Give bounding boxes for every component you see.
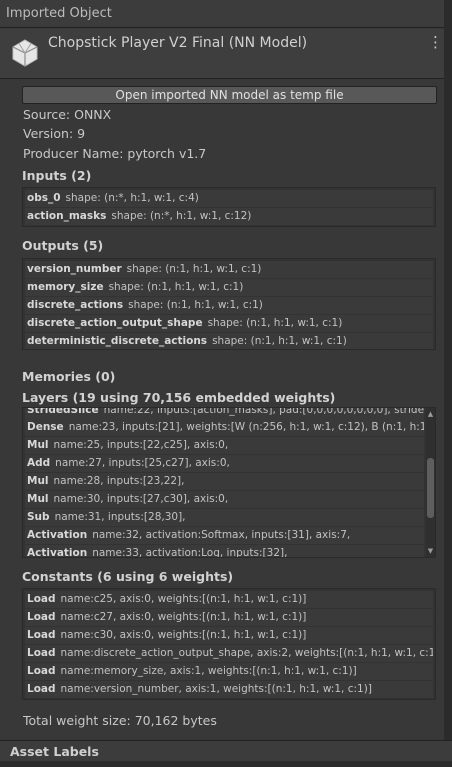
layers-list[interactable]: StridedSlice name:22, inputs:[action_mask… <box>22 407 436 558</box>
constant-detail: name:c27, axis:0, weights:[(n:1, h:1, w:… <box>60 611 307 623</box>
constant-type: Load <box>27 683 56 695</box>
constants-list: Load name:c25, axis:0, weights:[(n:1, h:1… <box>22 588 436 700</box>
list-item: Mul name:25, inputs:[22,c25], axis:0, <box>25 437 424 454</box>
constant-detail: name:version_number, axis:1, weights:[(n… <box>60 683 372 695</box>
outputs-list: version_number shape: (n:1, h:1, w:1, c:1… <box>22 258 436 350</box>
constant-type: Load <box>27 611 56 623</box>
layer-detail: name:25, inputs:[22,c25], axis:0, <box>53 439 229 451</box>
output-detail: shape: (n:1, h:1, w:1, c:1) <box>212 335 347 347</box>
source-text: Source: ONNX <box>23 107 112 122</box>
version-text: Version: 9 <box>23 126 86 141</box>
list-item: obs_0 shape: (n:*, h:1, w:1, c:4) <box>25 190 433 207</box>
layers-heading: Layers (19 using 70,156 embedded weights… <box>22 390 336 405</box>
bottom-edge <box>0 761 452 767</box>
output-name: discrete_actions <box>27 299 124 311</box>
list-item: Load name:c25, axis:0, weights:[(n:1, h:1… <box>25 591 433 608</box>
layer-detail: name:30, inputs:[27,c30], axis:0, <box>53 493 229 505</box>
inspector-title: Imported Object <box>0 0 444 28</box>
list-item: StridedSlice name:22, inputs:[action_mask… <box>25 407 424 419</box>
window-edge <box>444 0 452 767</box>
constant-type: Load <box>27 647 56 659</box>
output-name: memory_size <box>27 281 104 293</box>
list-item: Load name:c30, axis:0, weights:[(n:1, h:1… <box>25 627 433 644</box>
list-item: Sub name:31, inputs:[28,30], <box>25 509 424 526</box>
total-weight-size: Total weight size: 70,162 bytes <box>23 713 217 728</box>
input-detail: shape: (n:*, h:1, w:1, c:4) <box>65 192 199 204</box>
output-name: version_number <box>27 263 122 275</box>
constant-type: Load <box>27 593 56 605</box>
list-item: Load name:version_number, axis:1, weights… <box>25 681 433 698</box>
input-name: obs_0 <box>27 192 61 204</box>
inputs-list: obs_0 shape: (n:*, h:1, w:1, c:4) action_… <box>22 187 436 227</box>
list-item: discrete_action_output_shape shape: (n:1,… <box>25 315 433 332</box>
list-item: Activation name:32, activation:Softmax, i… <box>25 527 424 544</box>
output-name: discrete_action_output_shape <box>27 317 203 329</box>
memories-heading: Memories (0) <box>22 369 116 384</box>
layer-detail: name:22, inputs:[action_masks], pad:[0,0… <box>103 407 424 416</box>
list-item: Activation name:33, activation:Log, input… <box>25 545 424 558</box>
layer-type: Activation <box>27 547 88 558</box>
layer-type: Dense <box>27 421 64 433</box>
list-item: Load name:memory_size, axis:1, weights:[(… <box>25 663 433 680</box>
constant-detail: name:memory_size, axis:1, weights:[(n:1,… <box>60 665 357 677</box>
scroll-down-arrow-icon[interactable]: ▼ <box>426 547 435 555</box>
input-name: action_masks <box>27 210 107 222</box>
output-detail: shape: (n:1, h:1, w:1, c:1) <box>108 281 244 293</box>
constant-detail: name:c30, axis:0, weights:[(n:1, h:1, w:… <box>60 629 307 641</box>
list-item: memory_size shape: (n:1, h:1, w:1, c:1) <box>25 279 433 296</box>
constant-type: Load <box>27 629 56 641</box>
layer-detail: name:28, inputs:[23,22], <box>53 475 185 487</box>
layer-type: Add <box>27 457 51 469</box>
list-item: discrete_actions shape: (n:1, h:1, w:1, c… <box>25 297 433 314</box>
layer-detail: name:31, inputs:[28,30], <box>54 511 186 523</box>
list-item: Mul name:30, inputs:[27,c30], axis:0, <box>25 491 424 508</box>
layers-scrollbar[interactable]: ▲ ▼ <box>426 408 435 557</box>
object-header: Chopstick Player V2 Final (NN Model) ⋮ <box>0 29 444 79</box>
layer-type: Mul <box>27 439 49 451</box>
layer-type: Sub <box>27 511 50 523</box>
inputs-heading: Inputs (2) <box>22 168 92 183</box>
object-title: Chopstick Player V2 Final (NN Model) <box>48 35 308 51</box>
open-temp-file-button[interactable]: Open imported NN model as temp file <box>22 86 437 104</box>
nn-model-icon <box>12 39 38 67</box>
list-item: Load name:c27, axis:0, weights:[(n:1, h:1… <box>25 609 433 626</box>
scroll-up-arrow-icon[interactable]: ▲ <box>426 410 435 418</box>
layer-detail: name:32, activation:Softmax, inputs:[31]… <box>92 529 351 541</box>
kebab-menu-icon[interactable]: ⋮ <box>428 35 443 50</box>
list-item: version_number shape: (n:1, h:1, w:1, c:1… <box>25 261 433 278</box>
constant-detail: name:discrete_action_output_shape, axis:… <box>60 647 433 659</box>
scrollbar-thumb[interactable] <box>427 458 434 518</box>
layer-detail: name:33, activation:Log, inputs:[32], <box>92 547 288 558</box>
producer-text: Producer Name: pytorch v1.7 <box>23 146 207 161</box>
list-item: action_masks shape: (n:*, h:1, w:1, c:12) <box>25 208 433 225</box>
layer-type: Activation <box>27 529 88 541</box>
output-detail: shape: (n:1, h:1, w:1, c:1) <box>207 317 343 329</box>
layer-detail: name:23, inputs:[21], weights:[W (n:256,… <box>68 421 424 433</box>
layer-type: Mul <box>27 493 49 505</box>
constants-heading: Constants (6 using 6 weights) <box>22 569 234 584</box>
list-item: Mul name:28, inputs:[23,22], <box>25 473 424 490</box>
list-item: deterministic_discrete_actions shape: (n:… <box>25 333 433 349</box>
layer-detail: name:27, inputs:[25,c27], axis:0, <box>55 457 230 469</box>
layer-type: Mul <box>27 475 49 487</box>
asset-labels-heading: Asset Labels <box>10 744 99 759</box>
output-name: deterministic_discrete_actions <box>27 335 208 347</box>
input-detail: shape: (n:*, h:1, w:1, c:12) <box>111 210 252 222</box>
output-detail: shape: (n:1, h:1, w:1, c:1) <box>126 263 262 275</box>
list-item: Load name:discrete_action_output_shape, a… <box>25 645 433 662</box>
layer-type: StridedSlice <box>27 407 99 416</box>
outputs-heading: Outputs (5) <box>22 238 104 253</box>
constant-type: Load <box>27 665 56 677</box>
list-item: Dense name:23, inputs:[21], weights:[W (n… <box>25 419 424 436</box>
constant-detail: name:c25, axis:0, weights:[(n:1, h:1, w:… <box>60 593 307 605</box>
list-item: Add name:27, inputs:[25,c27], axis:0, <box>25 455 424 472</box>
output-detail: shape: (n:1, h:1, w:1, c:1) <box>128 299 263 311</box>
